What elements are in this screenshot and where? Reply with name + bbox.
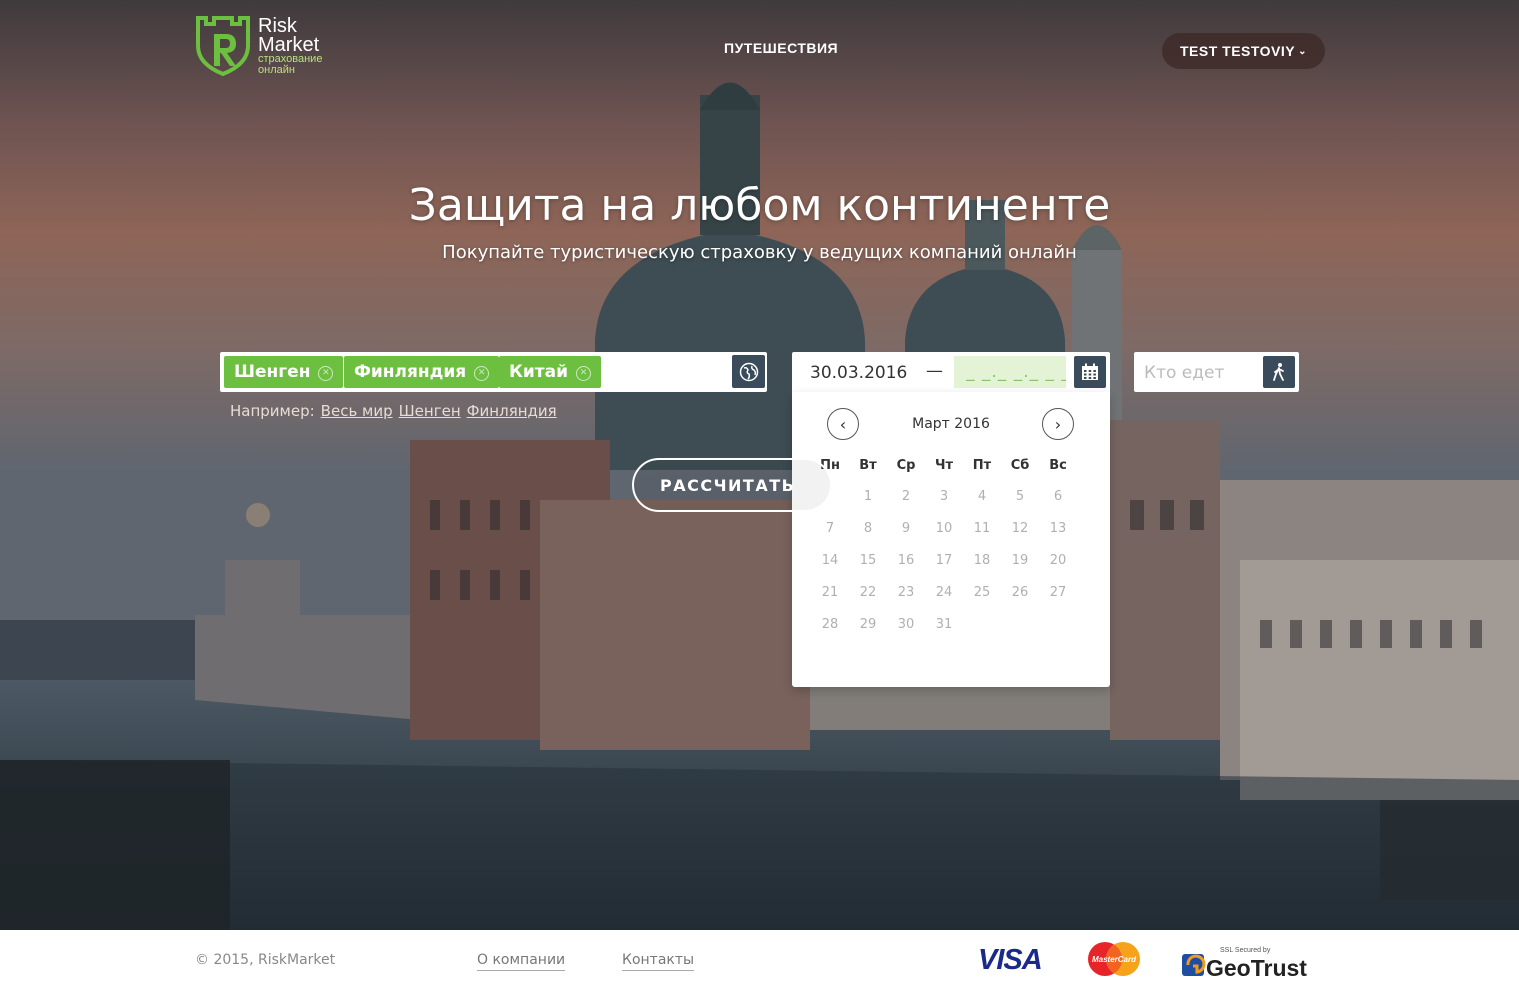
mastercard-logo: MasterCard: [1088, 942, 1140, 976]
user-menu-button[interactable]: TEST TESTOVIY ⌄: [1162, 33, 1325, 69]
calendar-day[interactable]: 26: [1001, 585, 1039, 600]
calendar-day[interactable]: 7: [811, 521, 849, 536]
calendar-day[interactable]: 24: [925, 585, 963, 600]
weekday-header: Пт: [972, 458, 992, 473]
calendar-day[interactable]: 31: [925, 617, 963, 632]
date-from[interactable]: 30.03.2016: [810, 363, 907, 383]
country-tag[interactable]: Шенген ✕: [224, 356, 344, 388]
geotrust-logo: SSL Secured by GeoTrust: [1182, 947, 1307, 980]
geotrust-small-text: SSL Secured by: [1220, 947, 1271, 954]
geotrust-text: GeoTrust: [1206, 955, 1307, 980]
weekday-header: Вс: [1049, 458, 1067, 473]
weekday-header: Ср: [896, 458, 916, 473]
visa-logo: VISA: [978, 944, 1043, 976]
example-hint: Например: Весь мир Шенген Финляндия: [230, 402, 557, 420]
brand-name-line1: Risk: [258, 15, 297, 37]
example-link-finland[interactable]: Финляндия: [467, 402, 557, 420]
calendar-day[interactable]: 27: [1039, 585, 1077, 600]
calendar-day[interactable]: 30: [887, 617, 925, 632]
remove-tag-icon[interactable]: ✕: [318, 366, 334, 381]
calendar-day[interactable]: 29: [849, 617, 887, 632]
countries-input[interactable]: Шенген ✕ Финляндия ✕ Китай ✕: [220, 352, 767, 392]
calendar-day[interactable]: 20: [1039, 553, 1077, 568]
weekday-header: Сб: [1010, 458, 1030, 473]
brand-name-line2: Market: [258, 34, 320, 56]
walking-person-icon: [1273, 363, 1284, 381]
calendar-day[interactable]: 21: [811, 585, 849, 600]
calendar-day[interactable]: 9: [887, 521, 925, 536]
calendar-day[interactable]: 4: [963, 489, 1001, 504]
example-label: Например:: [230, 402, 315, 420]
calendar-day[interactable]: 13: [1039, 521, 1077, 536]
travelers-input[interactable]: [1134, 352, 1299, 392]
mastercard-text: MasterCard: [1092, 955, 1137, 964]
remove-tag-icon[interactable]: ✕: [474, 366, 490, 381]
country-tag[interactable]: Финляндия ✕: [344, 356, 500, 388]
riskmarket-logo[interactable]: Risk Market страхование онлайн: [194, 16, 344, 80]
example-link-schengen[interactable]: Шенген: [399, 402, 461, 420]
calendar-day[interactable]: 10: [925, 521, 963, 536]
nav-travel-link[interactable]: ПУТЕШЕСТВИЯ: [724, 40, 838, 56]
contacts-link[interactable]: Контакты: [622, 952, 695, 971]
calendar-day[interactable]: 11: [963, 521, 1001, 536]
copyright: © 2015, RiskMarket: [195, 952, 336, 968]
calendar-day[interactable]: 16: [887, 553, 925, 568]
chevron-right-icon: ›: [1054, 414, 1062, 434]
date-to-field[interactable]: [954, 356, 1066, 388]
calendar-day[interactable]: 28: [811, 617, 849, 632]
calendar-day[interactable]: 23: [887, 585, 925, 600]
remove-tag-icon[interactable]: ✕: [576, 366, 592, 381]
hero-background: Risk Market страхование онлайн ПУТЕШЕСТВ…: [0, 0, 1519, 930]
travelers-field[interactable]: [1142, 356, 1261, 390]
next-month-button[interactable]: ›: [1042, 408, 1074, 440]
calendar-button[interactable]: [1074, 356, 1106, 388]
calendar-day[interactable]: 8: [849, 521, 887, 536]
hero-subtitle: Покупайте туристическую страховку у веду…: [442, 242, 1077, 263]
calendar-day[interactable]: 18: [963, 553, 1001, 568]
calendar-day[interactable]: 2: [887, 489, 925, 504]
calendar-day[interactable]: 17: [925, 553, 963, 568]
country-tag-label: Финляндия: [354, 362, 467, 382]
user-name: TEST TESTOVIY: [1179, 43, 1296, 59]
calendar-day[interactable]: 1: [849, 489, 887, 504]
datepicker-popup: ‹ Март 2016 › Пн Вт Ср Чт Пт Сб Вс 1 2 3 4 5 6 7 8 9 10 1…: [792, 392, 1110, 687]
calendar-day[interactable]: 25: [963, 585, 1001, 600]
calendar-day[interactable]: 3: [925, 489, 963, 504]
calendar-day[interactable]: 15: [849, 553, 887, 568]
date-separator: —: [926, 361, 943, 381]
country-tag-label: Китай: [509, 362, 569, 382]
travelers-button[interactable]: [1263, 356, 1295, 388]
country-picker-button[interactable]: [732, 355, 765, 388]
hero-title: Защита на любом континенте: [408, 180, 1111, 231]
calendar-icon: [1082, 363, 1098, 380]
calendar-day[interactable]: 12: [1001, 521, 1039, 536]
calendar-day[interactable]: 6: [1039, 489, 1077, 504]
calendar-day[interactable]: 22: [849, 585, 887, 600]
chevron-down-icon: ⌄: [1298, 45, 1308, 57]
footer: © 2015, RiskMarket О компании Контакты V…: [0, 930, 1519, 990]
calculate-button[interactable]: РАССЧИТАТЬ: [632, 458, 832, 512]
globe-icon: [739, 362, 758, 381]
weekday-header: Вт: [859, 458, 877, 473]
country-tag-label: Шенген: [234, 362, 311, 382]
country-tag[interactable]: Китай ✕: [499, 356, 602, 388]
brand-tagline-line2: онлайн: [258, 64, 295, 76]
date-range-input[interactable]: 30.03.2016 —: [792, 352, 1110, 392]
about-link[interactable]: О компании: [477, 952, 566, 971]
calendar-day[interactable]: 14: [811, 553, 849, 568]
calendar-day[interactable]: 5: [1001, 489, 1039, 504]
example-link-world[interactable]: Весь мир: [321, 402, 393, 420]
weekday-header: Чт: [934, 458, 954, 473]
calendar-day[interactable]: 19: [1001, 553, 1039, 568]
castle-logo-icon: [196, 16, 250, 76]
calculate-label: РАССЧИТАТЬ: [660, 475, 796, 495]
